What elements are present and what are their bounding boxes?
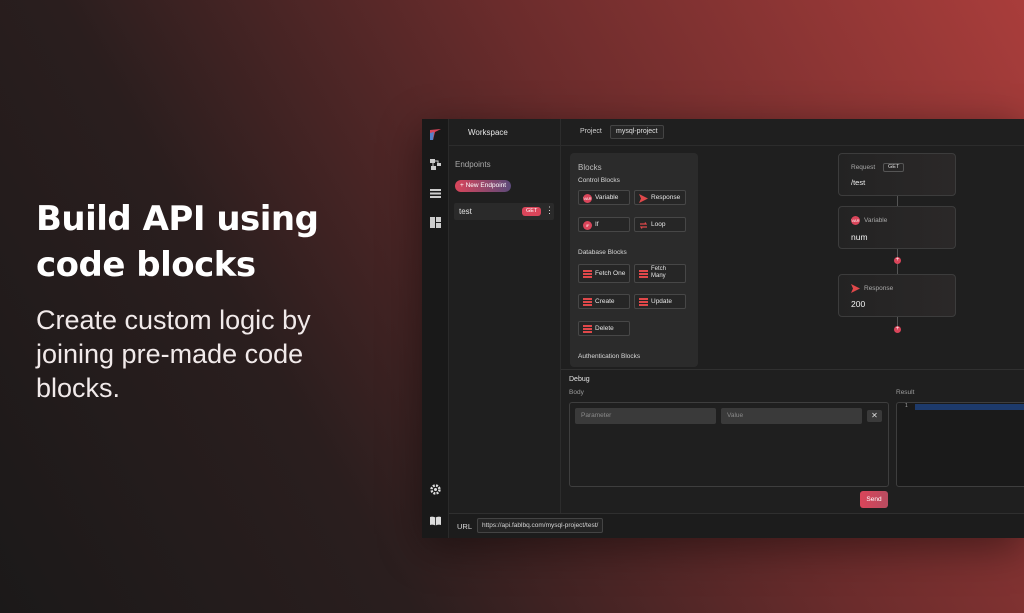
body-label: Body <box>569 389 584 396</box>
more-options-icon[interactable]: ⋮ <box>545 205 554 216</box>
database-icon <box>639 298 648 307</box>
book-icon[interactable] <box>429 514 442 527</box>
block-label: Variable <box>595 194 619 201</box>
body-editor: Parameter Value ✕ <box>569 402 889 487</box>
result-output[interactable]: 1 <box>896 402 1024 487</box>
request-node[interactable]: Request GET /test <box>838 153 956 196</box>
authentication-blocks-label: Authentication Blocks <box>578 353 641 360</box>
block-create[interactable]: Create <box>578 294 630 309</box>
variable-value: num <box>851 232 868 242</box>
icon-rail <box>422 119 449 538</box>
block-fetch-one[interactable]: Fetch One <box>578 264 630 283</box>
endpoint-name: test <box>459 207 472 216</box>
cursor-line <box>915 404 1024 410</box>
database-icon <box>583 270 592 279</box>
response-node[interactable]: Response 200 <box>838 274 956 317</box>
response-value: 200 <box>851 299 866 309</box>
line-number: 1 <box>905 403 908 409</box>
method-badge: GET <box>522 207 542 216</box>
add-block-button[interactable]: + <box>894 257 901 264</box>
endpoints-sidebar: Workspace Endpoints + New Endpoint test … <box>449 119 561 513</box>
block-update[interactable]: Update <box>634 294 686 309</box>
variable-node[interactable]: VAR Variable num <box>838 206 956 249</box>
workspace-header: Workspace <box>449 119 560 146</box>
var-icon: VAR <box>583 194 592 203</box>
variable-label: Variable <box>864 217 888 224</box>
var-icon: VAR <box>851 216 860 225</box>
url-field[interactable]: https://api.fablbq.com/mysql-project/tes… <box>477 518 604 533</box>
close-icon[interactable]: ✕ <box>867 410 882 422</box>
debug-panel: Debug Body Result Parameter Value ✕ 1 Se… <box>561 369 1024 513</box>
hero-title: Build API using code blocks <box>36 199 319 285</box>
url-bar: URL https://api.fablbq.com/mysql-project… <box>449 513 1024 538</box>
block-label: Update <box>651 298 672 305</box>
block-response[interactable]: Response <box>634 190 686 205</box>
blocks-title: Blocks <box>578 163 602 172</box>
database-icon <box>583 298 592 307</box>
parameter-input[interactable]: Parameter <box>575 408 716 424</box>
block-label: Loop <box>651 221 666 228</box>
request-label: Request <box>851 164 876 171</box>
result-label: Result <box>896 389 915 396</box>
gear-icon[interactable] <box>429 483 442 496</box>
database-icon <box>639 270 648 279</box>
new-endpoint-button[interactable]: + New Endpoint <box>455 180 512 192</box>
loop-icon <box>639 222 648 229</box>
debug-title: Debug <box>569 376 590 383</box>
if-icon: IF <box>583 221 592 230</box>
block-label: If <box>595 221 599 228</box>
nodes-icon[interactable] <box>429 158 442 171</box>
block-delete[interactable]: Delete <box>578 321 630 336</box>
url-label: URL <box>457 522 473 531</box>
endpoint-item[interactable]: test GET ⋮ <box>454 203 554 220</box>
response-label: Response <box>864 285 894 292</box>
block-loop[interactable]: Loop <box>634 217 686 232</box>
logo-icon <box>430 129 441 140</box>
endpoints-label: Endpoints <box>455 160 491 169</box>
database-icon <box>583 325 592 334</box>
database-blocks-label: Database Blocks <box>578 249 627 256</box>
block-label: Create <box>595 298 615 305</box>
list-icon[interactable] <box>429 187 442 200</box>
value-input[interactable]: Value <box>721 408 862 424</box>
project-bar: Project mysql-project <box>561 119 1024 146</box>
add-block-button[interactable]: + <box>894 326 901 333</box>
blocks-palette: Blocks Control Blocks VAR Variable Respo… <box>570 153 698 367</box>
project-select[interactable]: mysql-project <box>610 125 664 139</box>
dashboard-icon[interactable] <box>429 216 442 229</box>
send-button[interactable]: Send <box>860 491 888 508</box>
hero-subtitle: Create custom logic by joining pre-made … <box>36 305 311 403</box>
block-fetch-many[interactable]: Fetch Many <box>634 264 686 283</box>
method-badge: GET <box>883 163 905 172</box>
block-label: Fetch Many <box>651 266 667 279</box>
project-label: Project <box>580 128 602 135</box>
block-label: Fetch One <box>595 270 626 277</box>
block-label: Delete <box>595 325 614 332</box>
send-icon <box>639 194 648 203</box>
send-icon <box>851 284 860 293</box>
app-window: Workspace Endpoints + New Endpoint test … <box>422 119 1024 538</box>
connector-line <box>897 196 898 206</box>
request-path: /test <box>851 178 866 187</box>
block-variable[interactable]: VAR Variable <box>578 190 630 205</box>
block-label: Response <box>651 194 681 201</box>
control-blocks-label: Control Blocks <box>578 177 620 184</box>
block-if[interactable]: IF If <box>578 217 630 232</box>
